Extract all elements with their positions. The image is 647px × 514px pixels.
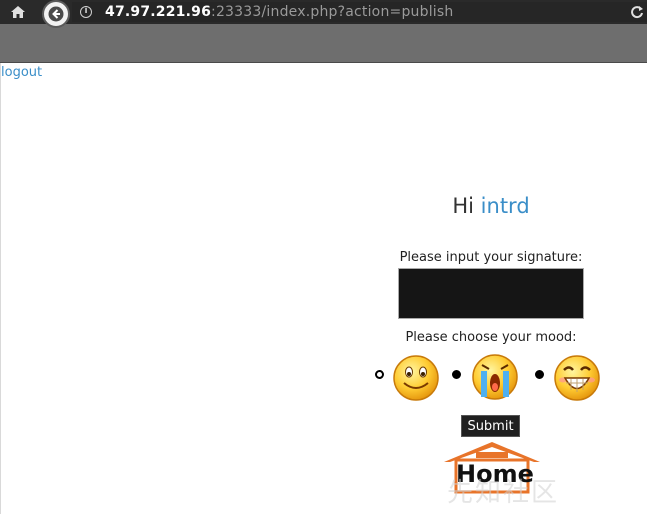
greeting-heading: Hi intrd: [391, 194, 591, 218]
smile-emoji-icon[interactable]: [391, 353, 441, 405]
url-path: :23333/index.php?action=publish: [211, 4, 454, 20]
home-icon: [11, 6, 25, 18]
mood-label: Please choose your mood:: [405, 330, 577, 345]
logout-link[interactable]: logout: [1, 65, 42, 80]
url-text: 47.97.221.96:23333/index.php?action=publ…: [105, 4, 453, 20]
crying-emoji-icon[interactable]: [467, 351, 523, 405]
address-bar[interactable]: i 47.97.221.96:23333/index.php?action=pu…: [72, 2, 647, 22]
watermark: 先知社区: [447, 478, 560, 508]
mood-radio-crying[interactable]: [452, 370, 461, 379]
submit-button[interactable]: Submit: [461, 415, 520, 437]
signature-label: Please input your signature:: [399, 250, 583, 265]
info-icon[interactable]: i: [80, 6, 92, 18]
username-link[interactable]: intrd: [481, 194, 530, 218]
mood-radio-grin[interactable]: [535, 370, 544, 379]
arrow-left-icon: [48, 6, 64, 22]
mood-radio-smile[interactable]: [375, 370, 384, 379]
page-left-border: [0, 63, 1, 514]
grin-emoji-icon[interactable]: [551, 353, 603, 405]
greeting-prefix: Hi: [452, 194, 474, 218]
signature-input[interactable]: [398, 268, 584, 319]
url-host: 47.97.221.96: [105, 4, 212, 20]
browser-toolbar: i 47.97.221.96:23333/index.php?action=pu…: [0, 0, 647, 63]
browser-home-button[interactable]: [9, 4, 27, 20]
browser-back-button[interactable]: [42, 0, 70, 28]
reload-icon[interactable]: [630, 5, 644, 19]
